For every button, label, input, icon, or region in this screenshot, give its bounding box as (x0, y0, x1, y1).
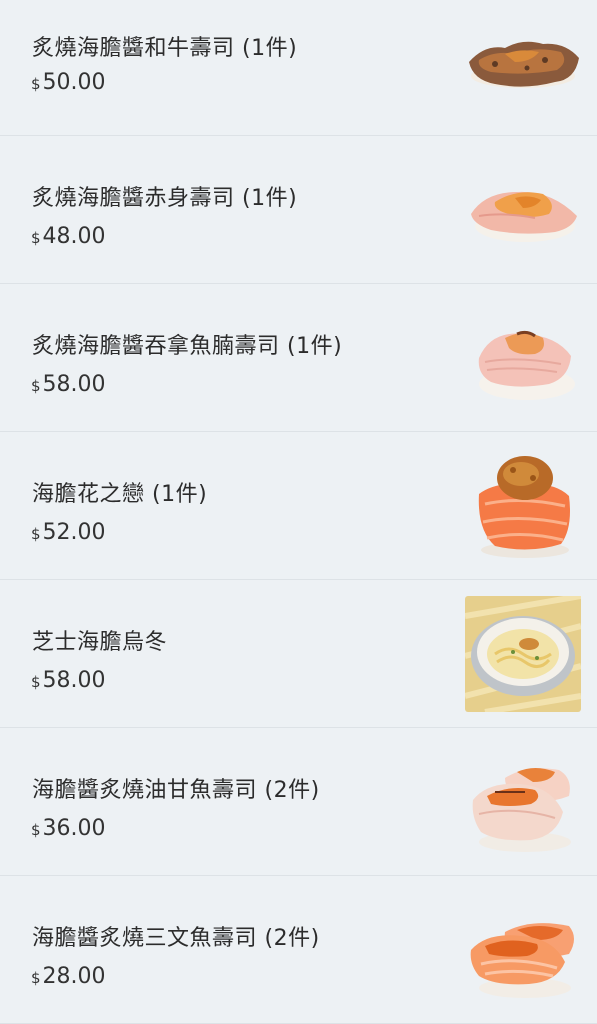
item-name: 炙燒海膽醬吞拿魚腩壽司 (1件) (32, 334, 343, 359)
price-amount: 28.00 (42, 964, 106, 989)
menu-item[interactable]: 炙燒海膽醬赤身壽司 (1件) $48.00 (0, 136, 597, 284)
item-price: $28.00 (31, 964, 106, 989)
menu-item[interactable]: 炙燒海膽醬吞拿魚腩壽司 (1件) $58.00 (0, 284, 597, 432)
menu-list: 炙燒海膽醬和牛壽司 (1件) $50.00 炙燒海膽醬赤身壽司 (1件) $48… (0, 0, 597, 1024)
currency-symbol: $ (31, 525, 41, 543)
akami-sushi-photo[interactable] (465, 152, 581, 268)
item-name: 海膽醬炙燒三文魚壽司 (2件) (32, 926, 320, 951)
cheese-uni-udon-photo[interactable] (465, 596, 581, 712)
currency-symbol: $ (31, 673, 41, 691)
item-price: $58.00 (31, 372, 106, 397)
menu-item[interactable]: 海膽花之戀 (1件) $52.00 (0, 432, 597, 580)
wagyu-sushi-photo[interactable] (465, 4, 581, 120)
item-price: $48.00 (31, 224, 106, 249)
tuna-belly-sushi-photo[interactable] (465, 300, 581, 416)
menu-item[interactable]: 海膽醬炙燒油甘魚壽司 (2件) $36.00 (0, 728, 597, 876)
item-name: 芝士海膽烏冬 (32, 630, 168, 655)
item-price: $58.00 (31, 668, 106, 693)
currency-symbol: $ (31, 821, 41, 839)
item-name: 海膽醬炙燒油甘魚壽司 (2件) (32, 778, 320, 803)
currency-symbol: $ (31, 229, 41, 247)
menu-item[interactable]: 炙燒海膽醬和牛壽司 (1件) $50.00 (0, 0, 597, 136)
item-name: 海膽花之戀 (1件) (32, 482, 208, 507)
item-price: $50.00 (31, 70, 106, 95)
price-amount: 48.00 (42, 224, 106, 249)
currency-symbol: $ (31, 969, 41, 987)
item-price: $52.00 (31, 520, 106, 545)
item-name: 炙燒海膽醬赤身壽司 (1件) (32, 186, 298, 211)
price-amount: 58.00 (42, 372, 106, 397)
price-amount: 52.00 (42, 520, 106, 545)
currency-symbol: $ (31, 75, 41, 93)
price-amount: 58.00 (42, 668, 106, 693)
menu-item[interactable]: 芝士海膽烏冬 $58.00 (0, 580, 597, 728)
price-amount: 50.00 (42, 70, 106, 95)
menu-item[interactable]: 海膽醬炙燒三文魚壽司 (2件) $28.00 (0, 876, 597, 1024)
currency-symbol: $ (31, 377, 41, 395)
uni-salmon-flower-photo[interactable] (465, 448, 581, 564)
price-amount: 36.00 (42, 816, 106, 841)
salmon-sushi-photo[interactable] (465, 892, 581, 1008)
yellowtail-sushi-photo[interactable] (465, 744, 581, 860)
item-name: 炙燒海膽醬和牛壽司 (1件) (32, 36, 298, 61)
item-price: $36.00 (31, 816, 106, 841)
